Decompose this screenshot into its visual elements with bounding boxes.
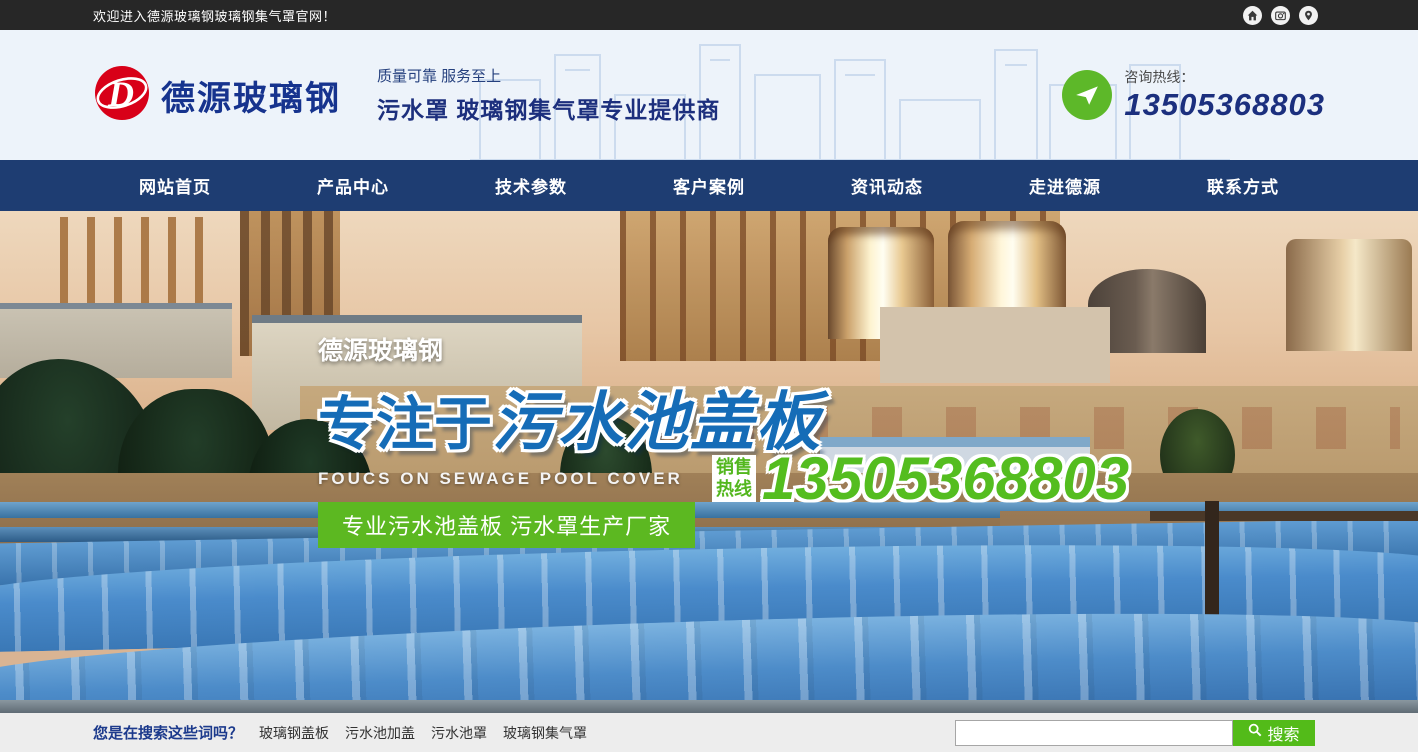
hero-text-block: 德源玻璃钢 专注于污水池盖板 FOUCS ON SEWAGE POOL COVE… [318,331,822,548]
hotline: 咨询热线： 13505368803 [1062,67,1325,123]
hero-building [880,307,1110,383]
hero-title-prefix: 专注于 [318,392,492,457]
hero-pipe [0,700,1418,713]
search-box: 搜索 [955,720,1315,746]
home-icon[interactable] [1243,6,1262,25]
welcome-text: 欢迎进入德源玻璃钢玻璃钢集气罩官网！ [93,6,336,25]
paper-plane-icon [1062,70,1112,120]
nav-item-home[interactable]: 网站首页 [86,160,264,211]
nav-item-about[interactable]: 走进德源 [976,160,1154,211]
hero-storage-tank [1286,239,1412,351]
slogan-big: 污水罩 玻璃钢集气罩专业提供商 [377,91,720,125]
hero-tagline-button[interactable]: 专业污水池盖板 污水罩生产厂家 [318,502,695,548]
site-header: D 德源玻璃钢 质量可靠 服务至上 污水罩 玻璃钢集气罩专业提供商 咨询热线： … [0,30,1418,160]
hotline-number: 13505368803 [1124,87,1325,123]
keyword-link[interactable]: 玻璃钢集气罩 [503,723,587,743]
sales-hotline-label-1: 销售 [716,457,752,479]
hero-brand-name: 德源玻璃钢 [318,331,822,367]
keyword-link[interactable]: 污水池加盖 [345,723,415,743]
hero-beam [1150,511,1418,521]
main-nav: 网站首页 产品中心 技术参数 客户案例 资讯动态 走进德源 联系方式 [0,160,1418,211]
topbar-icons [1243,6,1318,25]
nav-item-tech-params[interactable]: 技术参数 [442,160,620,211]
header-inner: D 德源玻璃钢 质量可靠 服务至上 污水罩 玻璃钢集气罩专业提供商 咨询热线： … [0,30,1418,160]
slogan-small: 质量可靠 服务至上 [377,65,720,86]
keyword-link[interactable]: 玻璃钢盖板 [259,723,329,743]
nav-item-contact[interactable]: 联系方式 [1154,160,1332,211]
hero-banner[interactable]: 德源玻璃钢 专注于污水池盖板 FOUCS ON SEWAGE POOL COVE… [0,211,1418,713]
nav-item-news[interactable]: 资讯动态 [798,160,976,211]
sales-hotline-label-2: 热线 [716,479,752,501]
logo-text: 德源玻璃钢 [161,71,341,120]
nav-item-products[interactable]: 产品中心 [264,160,442,211]
topbar: 欢迎进入德源玻璃钢玻璃钢集气罩官网！ [0,0,1418,30]
hero-sales-hotline: 销售 热线 13505368803 [712,444,1129,513]
keyword-link[interactable]: 污水池罩 [431,723,487,743]
header-slogan: 质量可靠 服务至上 污水罩 玻璃钢集气罩专业提供商 [377,65,720,125]
sales-hotline-badge: 销售 热线 [712,455,756,502]
camera-icon[interactable] [1271,6,1290,25]
logo[interactable]: D 德源玻璃钢 [93,64,341,127]
search-input[interactable] [955,720,1233,746]
hotline-label: 咨询热线： [1124,67,1325,87]
search-bar: 您是在搜索这些词吗？ 玻璃钢盖板 污水池加盖 污水池罩 玻璃钢集气罩 搜索 [0,713,1418,752]
location-icon[interactable] [1299,6,1318,25]
logo-icon: D [93,64,151,127]
hotline-text: 咨询热线： 13505368803 [1124,67,1325,123]
page: 欢迎进入德源玻璃钢玻璃钢集气罩官网！ [0,0,1418,752]
search-prompt: 您是在搜索这些词吗？ [93,722,243,743]
search-button-label: 搜索 [1267,721,1299,745]
magnifier-icon [1248,723,1262,742]
sales-hotline-number: 13505368803 [762,444,1129,513]
search-button[interactable]: 搜索 [1233,720,1315,746]
nav-item-cases[interactable]: 客户案例 [620,160,798,211]
